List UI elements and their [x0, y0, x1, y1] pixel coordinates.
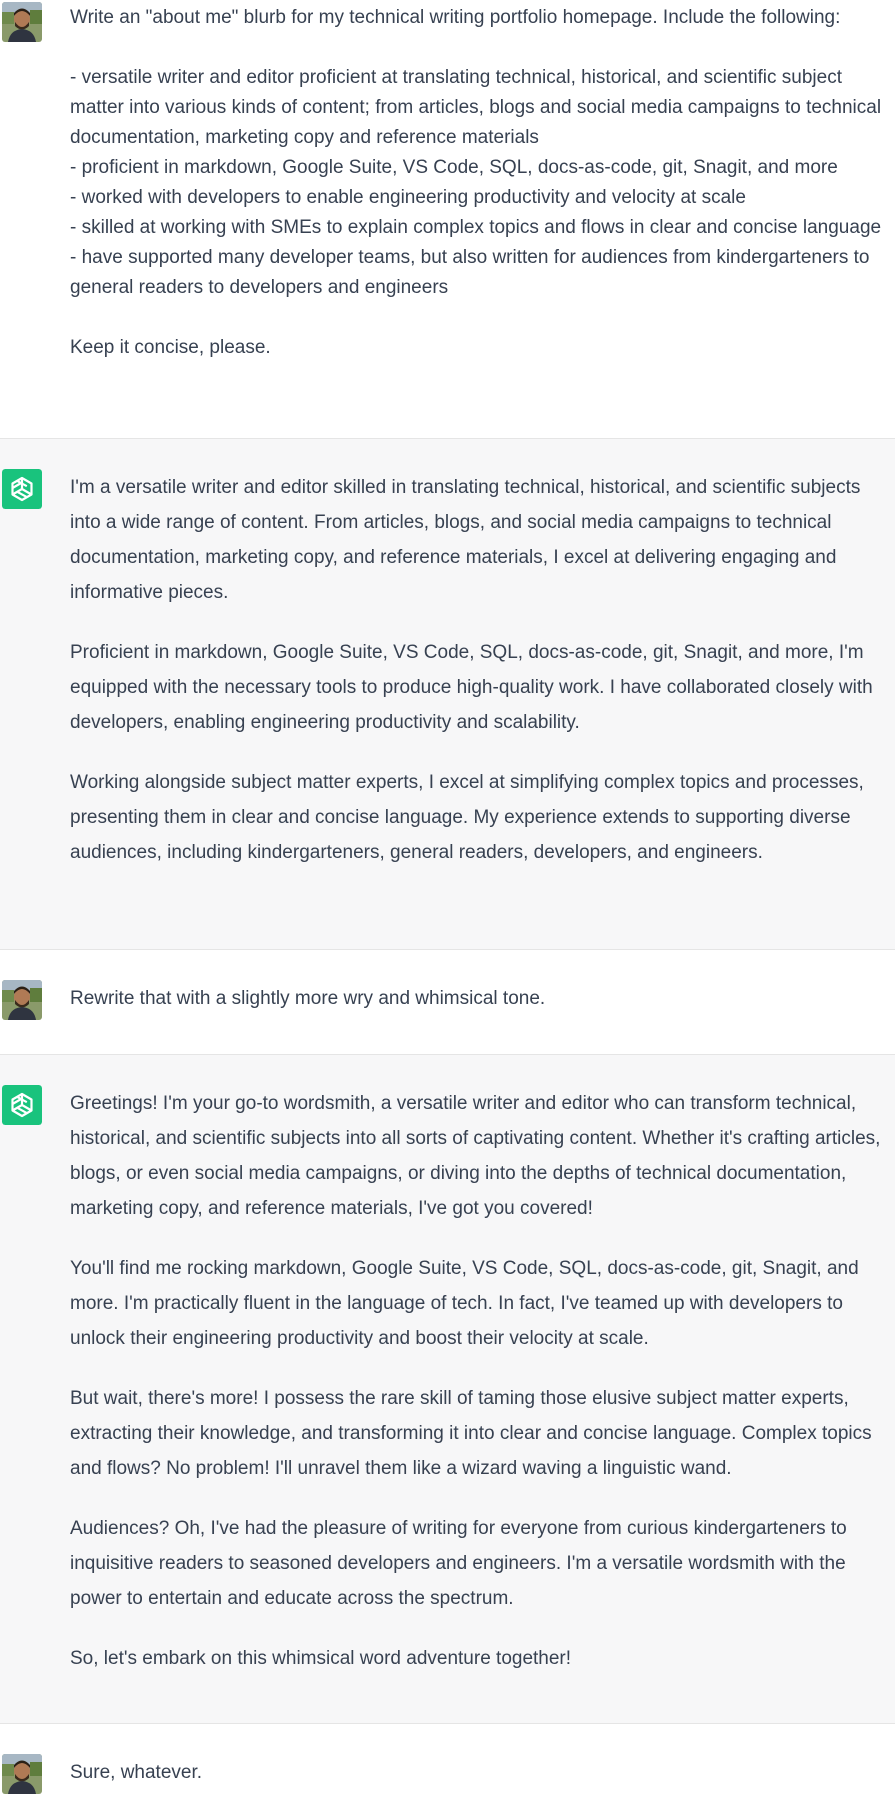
message-content: Write an "about me" blurb for my technic… — [70, 3, 887, 363]
user-avatar — [2, 2, 42, 42]
message-content: Rewrite that with a slightly more wry an… — [70, 984, 887, 1014]
message-paragraph: Sure, whatever. — [70, 1762, 203, 1783]
message-paragraph: Audiences? Oh, I've had the pleasure of … — [70, 1518, 847, 1609]
message-paragraph: So, let's embark on this whimsical word … — [70, 1648, 572, 1669]
message-paragraph: But wait, there's more! I possess the ra… — [70, 1388, 872, 1479]
chatgpt-logo-icon — [2, 1085, 42, 1125]
message-paragraph: - versatile writer and editor proficient… — [70, 67, 882, 298]
message-content: I'm a versatile writer and editor skille… — [70, 470, 887, 870]
message-paragraph: I'm a versatile writer and editor skille… — [70, 477, 861, 603]
user-avatar — [2, 980, 42, 1020]
message-paragraph: Greetings! I'm your go-to wordsmith, a v… — [70, 1093, 881, 1219]
assistant-message: Greetings! I'm your go-to wordsmith, a v… — [0, 1055, 895, 1724]
message-content: Greetings! I'm your go-to wordsmith, a v… — [70, 1086, 887, 1676]
user-message: Rewrite that with a slightly more wry an… — [0, 950, 895, 1055]
user-avatar — [2, 1754, 42, 1794]
assistant-message: I'm a versatile writer and editor skille… — [0, 439, 895, 950]
message-paragraph: Proficient in markdown, Google Suite, VS… — [70, 642, 873, 733]
message-paragraph: Write an "about me" blurb for my technic… — [70, 7, 841, 28]
message-paragraph: Rewrite that with a slightly more wry an… — [70, 988, 546, 1009]
message-paragraph: Working alongside subject matter experts… — [70, 772, 864, 863]
conversation-thread: Write an "about me" blurb for my technic… — [0, 0, 895, 1794]
user-message: Sure, whatever. — [0, 1724, 895, 1794]
user-message: Write an "about me" blurb for my technic… — [0, 0, 895, 439]
message-paragraph: You'll find me rocking markdown, Google … — [70, 1258, 859, 1349]
message-content: Sure, whatever. — [70, 1758, 887, 1788]
chatgpt-logo-icon — [2, 469, 42, 509]
message-paragraph: Keep it concise, please. — [70, 337, 271, 358]
